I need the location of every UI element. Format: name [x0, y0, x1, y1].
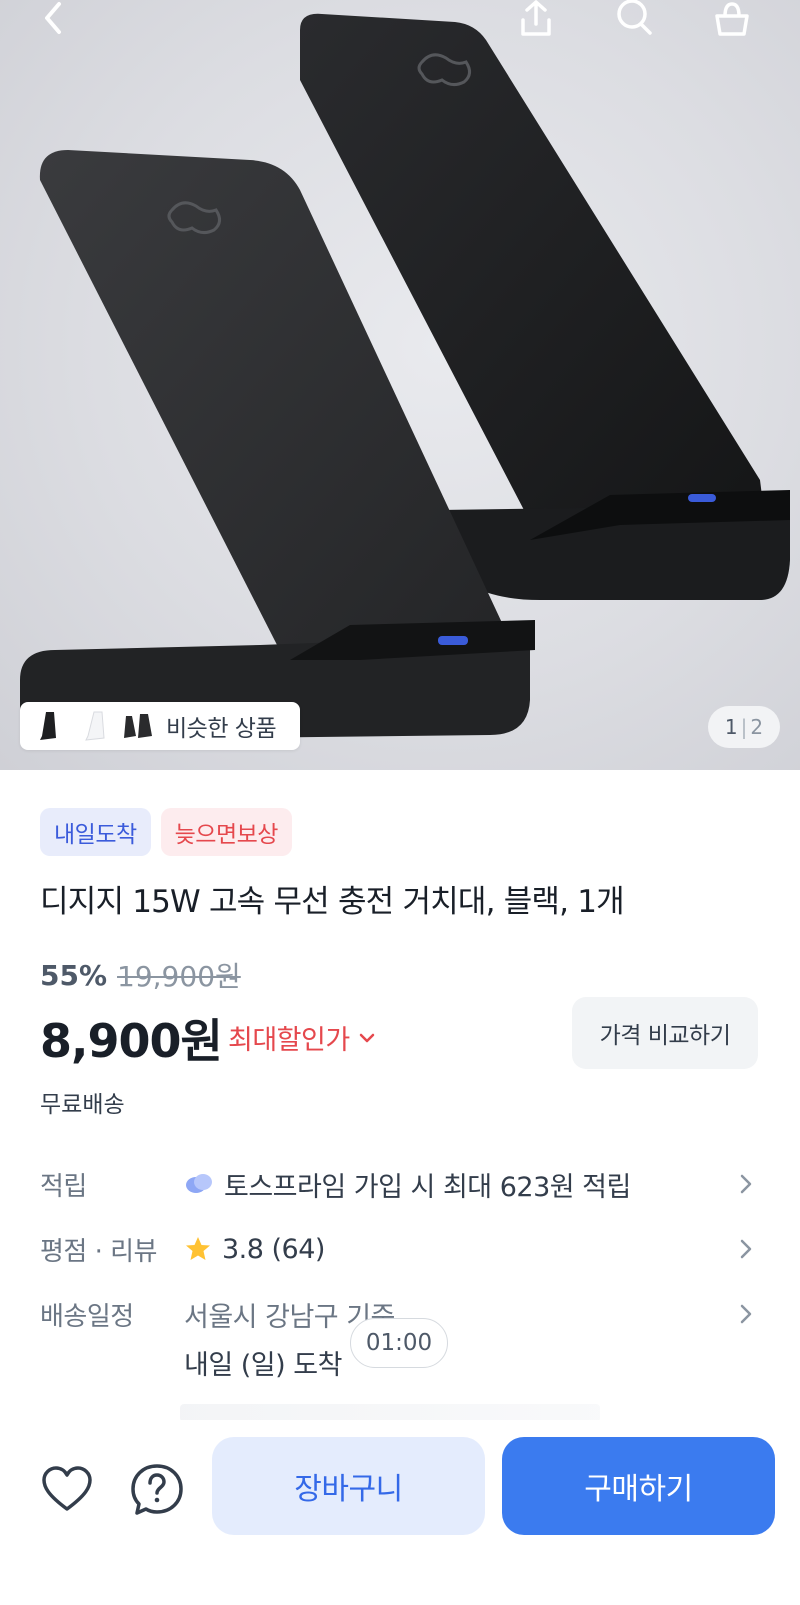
- delivery-label: 배송일정: [40, 1301, 134, 1332]
- chevron-right-icon: [740, 1304, 752, 1324]
- chevron-right-icon: [740, 1239, 752, 1259]
- countdown-timer: 01:00: [350, 1318, 448, 1368]
- share-icon[interactable]: [512, 0, 560, 40]
- toss-prime-icon: [186, 1174, 212, 1193]
- similar-products-button[interactable]: 비슷한 상품: [20, 702, 300, 750]
- max-discount-toggle[interactable]: 최대할인가: [228, 1018, 378, 1057]
- chevron-right-icon: [740, 1174, 752, 1194]
- discount-rate: 55%: [40, 958, 108, 992]
- shipping-info: 무료배송: [40, 1092, 125, 1118]
- points-value: 토스프라임 가입 시 최대 623원 적립: [224, 1171, 631, 1203]
- wishlist-button[interactable]: [37, 1460, 97, 1520]
- image-pager: 1 | 2: [708, 706, 780, 748]
- search-icon[interactable]: [610, 0, 658, 40]
- heart-icon: [42, 1466, 92, 1511]
- shopping-bag-icon[interactable]: [708, 0, 756, 40]
- chevron-down-icon: [359, 1033, 374, 1042]
- inquiry-button[interactable]: [127, 1460, 187, 1520]
- back-arrow-icon[interactable]: [28, 0, 76, 40]
- original-price: 19,900원: [117, 960, 241, 993]
- pager-separator: |: [740, 715, 748, 739]
- late-compensation-badge: 늦으면보상: [160, 808, 292, 856]
- product-title: 디지지 15W 고속 무선 충전 거치대, 블랙, 1개: [40, 884, 625, 920]
- similar-thumb: [85, 711, 105, 741]
- similar-thumb: [40, 712, 56, 740]
- similar-thumb: [124, 714, 152, 738]
- max-discount-label: 최대할인가: [228, 1025, 350, 1056]
- product-image-gallery[interactable]: 비슷한 상품 1 | 2: [0, 0, 800, 770]
- product-photo: [20, 13, 790, 740]
- pager-total: 2: [750, 715, 764, 739]
- delivery-eta: 내일 (일) 도착: [184, 1350, 342, 1381]
- question-icon: [131, 1464, 183, 1515]
- points-label: 적립: [40, 1171, 87, 1202]
- buy-now-button[interactable]: 구매하기: [502, 1437, 775, 1535]
- rating-review-row[interactable]: 평점 · 리뷰 3.8 (64): [40, 1225, 760, 1273]
- rating-value: 3.8 (64): [222, 1233, 325, 1265]
- sale-price: 8,900원: [40, 1014, 223, 1068]
- price-compare-button[interactable]: 가격 비교하기: [572, 997, 758, 1069]
- discount-row: 55% 19,900원: [40, 955, 241, 995]
- next-day-badge: 내일도착: [40, 808, 151, 856]
- delivery-badges: 내일도착 늦으면보상: [40, 808, 292, 856]
- add-to-cart-button[interactable]: 장바구니: [212, 1437, 485, 1535]
- similar-products-label: 비슷한 상품: [166, 716, 277, 742]
- rating-label: 평점 · 리뷰: [40, 1236, 157, 1267]
- star-icon: [186, 1237, 210, 1260]
- pager-current: 1: [724, 715, 738, 739]
- points-row[interactable]: 적립 토스프라임 가입 시 최대 623원 적립: [40, 1160, 760, 1208]
